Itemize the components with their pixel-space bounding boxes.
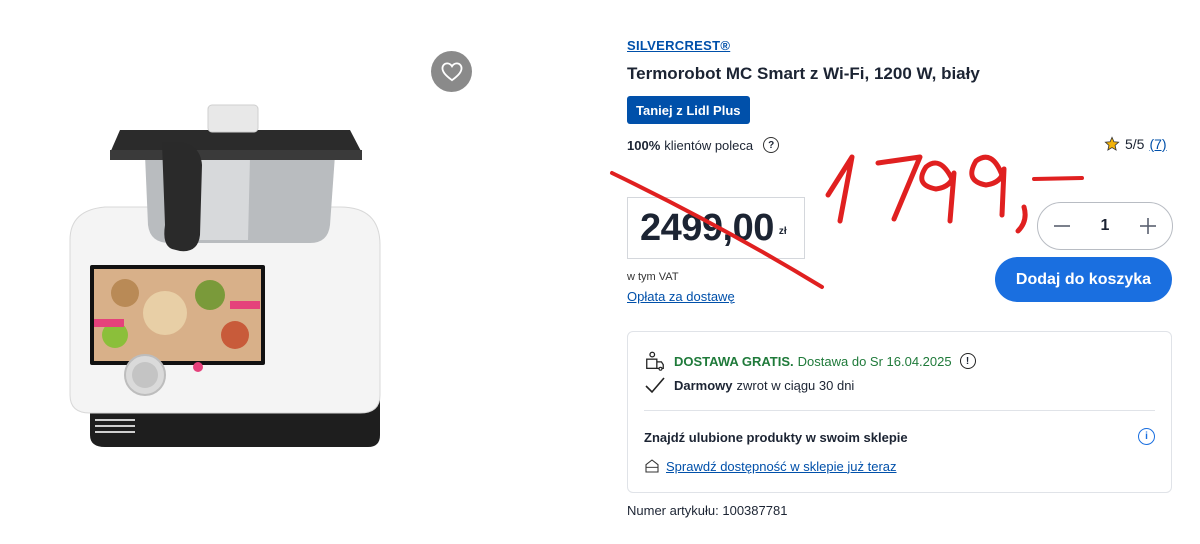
product-image[interactable] bbox=[50, 95, 400, 465]
info-icon[interactable]: ! bbox=[959, 353, 976, 369]
free-delivery-label: DOSTAWA GRATIS. bbox=[674, 353, 794, 369]
delivery-box-icon bbox=[646, 351, 664, 371]
article-number: Numer artykułu: 100387781 bbox=[627, 503, 788, 518]
price-box: 2499,00 zł bbox=[627, 197, 805, 259]
product-title: Termorobot MC Smart z Wi-Fi, 1200 W, bia… bbox=[627, 64, 980, 83]
delivery-card: DOSTAWA GRATIS. Dostawa do Sr 16.04.2025… bbox=[627, 331, 1172, 493]
plus-icon[interactable] bbox=[1136, 214, 1160, 238]
free-delivery-row: DOSTAWA GRATIS. Dostawa do Sr 16.04.2025… bbox=[644, 350, 976, 372]
brand-link[interactable]: SILVERCREST® bbox=[627, 38, 730, 53]
recommendation: 100% klientów poleca ? bbox=[627, 137, 780, 153]
price-value: 2499,00 bbox=[640, 206, 774, 249]
store-row: Sprawdź dostępność w sklepie już teraz bbox=[644, 458, 897, 474]
store-availability-link[interactable]: Sprawdź dostępność w sklepie już teraz bbox=[666, 459, 897, 474]
rating: 5/5 (7) bbox=[1104, 136, 1167, 152]
help-icon[interactable]: ? bbox=[763, 137, 780, 153]
checkmark-icon bbox=[645, 377, 665, 394]
heart-icon bbox=[441, 61, 462, 81]
store-icon bbox=[645, 459, 659, 473]
info-icon[interactable]: i bbox=[1138, 428, 1155, 445]
rating-count-link[interactable]: (7) bbox=[1149, 136, 1166, 152]
recommend-percent: 100% bbox=[627, 137, 661, 153]
return-row: Darmowy zwrot w ciągu 30 dni bbox=[644, 376, 854, 394]
delivery-date: Dostawa do Sr 16.04.2025 bbox=[797, 353, 952, 369]
quantity-value[interactable]: 1 bbox=[1101, 217, 1110, 235]
star-icon bbox=[1104, 136, 1120, 151]
store-title: Znajdź ulubione produkty w swoim sklepie bbox=[644, 430, 908, 445]
price-currency: zł bbox=[778, 225, 787, 237]
return-text: zwrot w ciągu 30 dni bbox=[736, 377, 855, 393]
quantity-stepper[interactable]: 1 bbox=[1037, 202, 1173, 250]
return-bold: Darmowy bbox=[674, 377, 733, 393]
minus-icon[interactable] bbox=[1050, 214, 1074, 238]
add-to-cart-button[interactable]: Dodaj do koszyka bbox=[995, 257, 1172, 302]
rating-value: 5/5 bbox=[1125, 136, 1145, 152]
product-gallery bbox=[0, 0, 560, 544]
recommend-text: klientów poleca bbox=[664, 137, 754, 153]
favorite-button[interactable] bbox=[431, 51, 472, 92]
lidl-plus-badge: Taniej z Lidl Plus bbox=[627, 96, 750, 124]
vat-note: w tym VAT bbox=[627, 271, 679, 283]
delivery-fee-link[interactable]: Opłata za dostawę bbox=[627, 289, 735, 304]
divider bbox=[644, 410, 1155, 411]
